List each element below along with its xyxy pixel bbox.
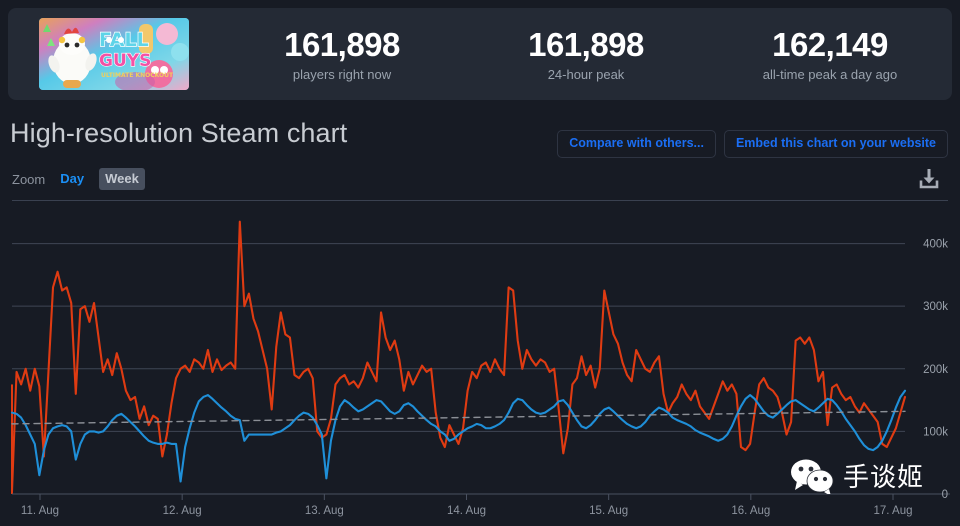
fall-guys-artwork-icon: FALL GUYS ULTIMATE KNOCKOUT xyxy=(39,18,189,90)
svg-text:11. Aug: 11. Aug xyxy=(21,505,59,517)
svg-text:0: 0 xyxy=(942,489,948,501)
svg-text:12. Aug: 12. Aug xyxy=(163,505,202,517)
zoom-option-day[interactable]: Day xyxy=(54,168,90,190)
stat-label: players right now xyxy=(292,67,392,83)
svg-text:200k: 200k xyxy=(923,364,948,376)
svg-text:13. Aug: 13. Aug xyxy=(305,505,344,517)
svg-text:15. Aug: 15. Aug xyxy=(589,505,628,517)
svg-text:100k: 100k xyxy=(923,426,948,438)
stat-value: 161,898 xyxy=(284,25,400,63)
series-line-average-blue xyxy=(10,389,907,483)
svg-text:400k: 400k xyxy=(923,239,948,251)
svg-text:300k: 300k xyxy=(923,301,948,313)
page-title: High-resolution Steam chart xyxy=(10,118,348,148)
embed-chart-button[interactable]: Embed this chart on your website xyxy=(723,130,948,158)
svg-text:GUYS: GUYS xyxy=(99,51,151,71)
chart-series xyxy=(10,220,907,494)
compare-with-others-button[interactable]: Compare with others... xyxy=(557,130,716,158)
chart-actions: Compare with others... Embed this chart … xyxy=(557,130,948,158)
chart-canvas[interactable]: 11. Aug 12. Aug 13. Aug 14. Aug 15. Aug 16. A… xyxy=(0,206,960,526)
section-divider xyxy=(12,200,948,201)
download-icon[interactable] xyxy=(916,166,942,197)
chart-y-axis-labels: 0 100k 200k 300k 400k xyxy=(923,239,948,501)
steam-chart-page: FALL GUYS ULTIMATE KNOCKOUT 161,898 play… xyxy=(0,0,960,526)
steam-player-chart[interactable]: 11. Aug 12. Aug 13. Aug 14. Aug 15. Aug 16. A… xyxy=(0,206,960,526)
series-line-players-red xyxy=(10,220,907,492)
stat-label: 24-hour peak xyxy=(547,67,625,83)
zoom-option-week[interactable]: Week xyxy=(99,168,145,190)
chart-gridlines xyxy=(12,243,905,495)
svg-text:16. Aug: 16. Aug xyxy=(731,505,770,517)
stat-label: all-time peak a day ago xyxy=(762,67,898,83)
stat-value: 161,898 xyxy=(528,25,644,63)
fall-guys-thumbnail[interactable]: FALL GUYS ULTIMATE KNOCKOUT xyxy=(39,18,189,90)
zoom-label: Zoom xyxy=(12,171,46,187)
chart-x-axis: 11. Aug 12. Aug 13. Aug 14. Aug 15. Aug 16. A… xyxy=(12,493,950,517)
game-thumbnail-wrap: FALL GUYS ULTIMATE KNOCKOUT xyxy=(8,18,220,90)
svg-text:ULTIMATE KNOCKOUT: ULTIMATE KNOCKOUT xyxy=(101,72,174,79)
svg-text:17. Aug: 17. Aug xyxy=(873,505,912,517)
zoom-control: Zoom Day Week xyxy=(12,168,145,190)
stat-all-time-peak: 162,149 all-time peak a day ago xyxy=(708,26,952,83)
stats-card: FALL GUYS ULTIMATE KNOCKOUT 161,898 play… xyxy=(8,8,952,100)
stat-24-hour-peak: 161,898 24-hour peak xyxy=(464,26,708,83)
svg-text:14. Aug: 14. Aug xyxy=(447,505,486,517)
stat-value: 162,149 xyxy=(772,25,888,63)
stat-players-right-now: 161,898 players right now xyxy=(220,26,464,83)
